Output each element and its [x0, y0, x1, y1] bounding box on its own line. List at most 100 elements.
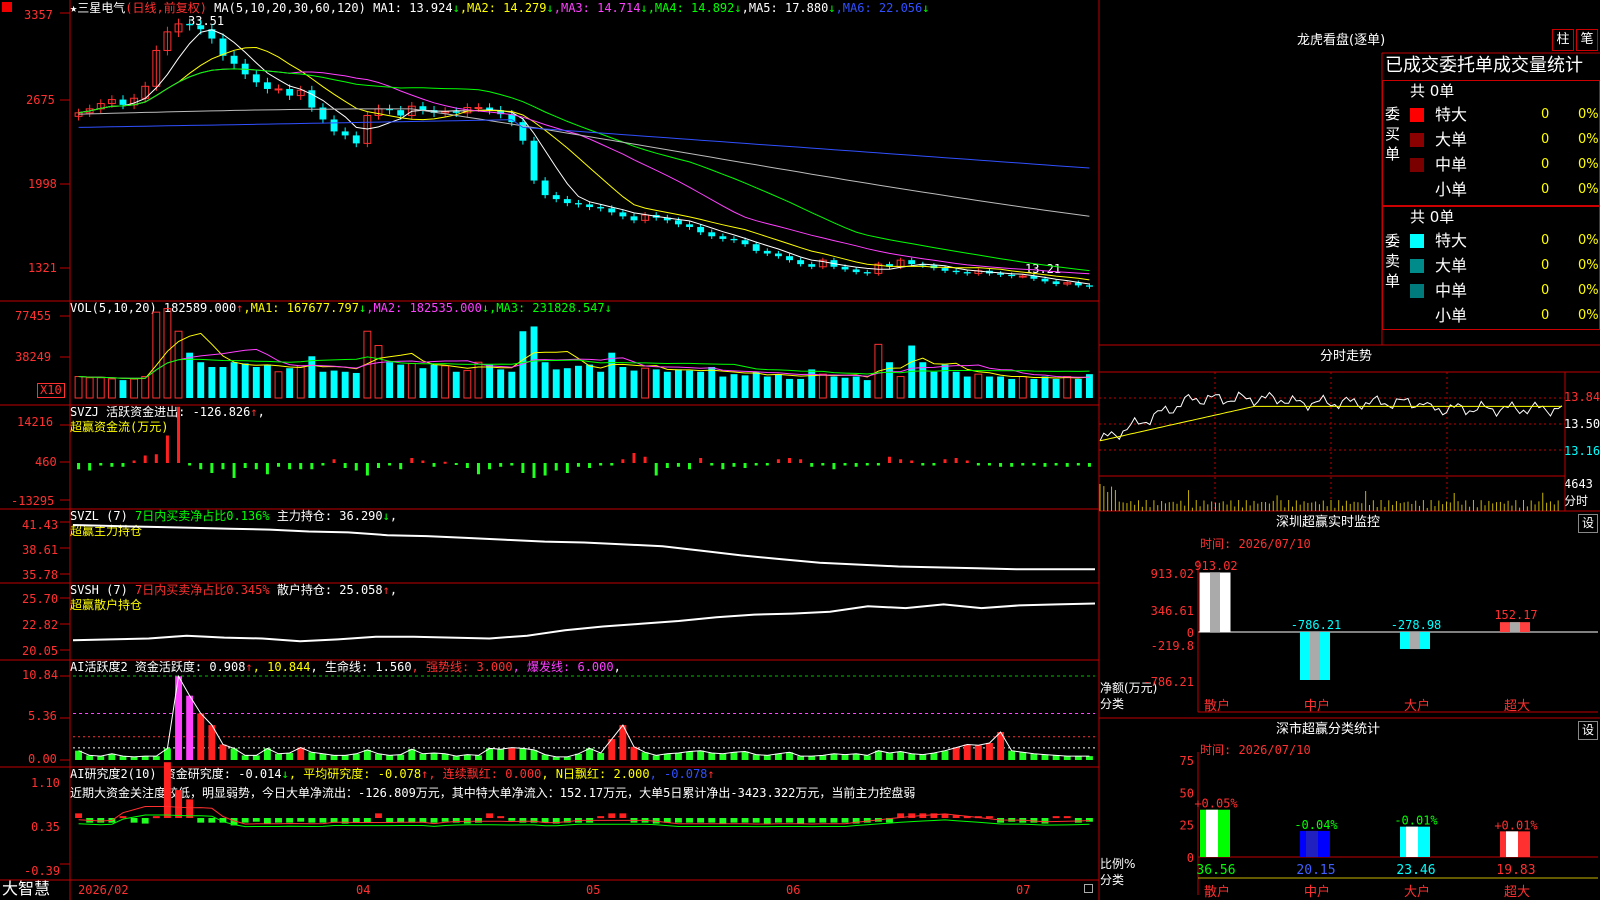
svsh-axis-tick: 25.70	[22, 592, 59, 606]
flow-bar	[376, 463, 380, 468]
activity-bar	[241, 755, 249, 760]
activity-bar	[930, 753, 938, 760]
flow-bar	[188, 463, 192, 466]
volume-bar-down	[586, 364, 593, 398]
candle-body-up	[85, 108, 94, 114]
volume-bar-down	[530, 326, 538, 398]
flow-bar	[1032, 463, 1036, 466]
candle-body-down	[1030, 276, 1038, 279]
volume-bar-down	[352, 372, 360, 398]
volume-bar-up	[130, 378, 139, 399]
activity-bar	[375, 753, 382, 760]
flow-bar	[510, 463, 514, 466]
volume-bar-down	[397, 364, 405, 398]
candle-body-down	[1041, 278, 1049, 282]
research-bar	[497, 816, 505, 819]
flow-bar	[432, 463, 436, 467]
activity-bar	[352, 753, 360, 760]
activity-bar	[430, 753, 438, 760]
candle-body-up	[74, 112, 83, 117]
flow-bar	[621, 459, 625, 463]
monitor-y-tick: 0	[1187, 626, 1194, 640]
activity-bar	[86, 755, 94, 760]
research-bar	[241, 818, 249, 823]
order-count: 0	[1541, 182, 1550, 197]
tab-bar-view[interactable]: 柱	[1552, 29, 1574, 51]
activity-bar	[697, 750, 705, 760]
research-bar	[708, 818, 716, 823]
candle-body-down	[774, 253, 782, 257]
flow-bar	[154, 454, 158, 463]
research-bar	[897, 813, 905, 818]
volume-bar-up	[296, 365, 305, 399]
volume-bar-up	[974, 373, 983, 399]
header-segment: ↑	[245, 660, 253, 674]
header-segment: ↓	[382, 509, 390, 523]
research-bar	[419, 818, 427, 823]
research-bar	[763, 818, 771, 824]
flow-bar	[765, 463, 769, 466]
volume-bar-up	[85, 377, 94, 399]
menu-icon[interactable]	[2, 2, 12, 12]
candle-body-down	[674, 220, 682, 225]
flow-bar	[110, 463, 114, 467]
ai2-header: AI研究度2(10) 资金研究度: -0.014↓, 平均研究度: -0.078…	[70, 767, 715, 781]
activity-bar	[119, 756, 127, 760]
order-name: 中单	[1435, 155, 1468, 174]
activity-bar	[108, 753, 116, 760]
candle-body-down	[686, 224, 693, 227]
tab-tick-view[interactable]: 笔	[1576, 29, 1598, 51]
lock-icon[interactable]	[1084, 884, 1093, 893]
research-bar	[1063, 816, 1071, 819]
activity-bar	[963, 744, 971, 760]
monitor-category-label: 超大	[1504, 699, 1530, 714]
classify-bar	[1500, 831, 1530, 857]
flow-bar	[1043, 463, 1047, 467]
flow-bar	[499, 463, 503, 467]
classify-value-label: 23.46	[1396, 863, 1435, 878]
activity-bar	[752, 754, 760, 760]
header-segment: ,MA4: 14.892	[647, 1, 735, 15]
classify-y-tick: 50	[1180, 786, 1194, 800]
activity-bar	[219, 744, 227, 760]
classify-settings-button[interactable]: 设	[1578, 721, 1598, 740]
activity-bar	[152, 756, 160, 760]
flow-bar	[899, 459, 903, 463]
candle-body-down	[841, 266, 849, 270]
research-bar	[908, 813, 916, 818]
ma-line	[78, 68, 1090, 272]
volume-bar-down	[663, 371, 671, 398]
order-color-swatch	[1410, 234, 1424, 248]
activity-bar	[830, 753, 838, 760]
flow-bar	[810, 463, 814, 467]
candle-body-down	[563, 199, 571, 204]
monitor-bar-shade	[1410, 632, 1420, 650]
flow-bar	[999, 463, 1003, 467]
research-bar	[308, 818, 316, 823]
candle-body-up	[463, 107, 472, 114]
flow-bar	[421, 460, 425, 463]
volume-bar-up	[896, 376, 905, 399]
candle-body-down	[797, 260, 805, 265]
intraday-price-tick: 13.84	[1564, 390, 1600, 404]
research-bar	[652, 818, 660, 824]
stock-terminal: ★三星电气(日线,前复权) MA(5,10,20,30,60,120) MA1:…	[0, 0, 1600, 900]
flow-bar	[321, 463, 325, 466]
order-pct: 0%	[1578, 182, 1599, 197]
activity-bar	[1086, 756, 1093, 760]
monitor-settings-button[interactable]: 设	[1578, 514, 1598, 533]
monitor-category-label: 大户	[1404, 698, 1430, 714]
activity-bar	[652, 755, 660, 760]
research-bar	[663, 818, 671, 823]
research-bar	[519, 818, 527, 823]
candle-body-down	[241, 63, 249, 75]
candle-body-down	[263, 82, 271, 89]
activity-bar	[197, 713, 205, 760]
candle-body-down	[452, 111, 460, 113]
activity-bar	[974, 745, 982, 760]
research-bar	[475, 818, 482, 823]
monitor-y-tick: -219.8	[1151, 639, 1194, 653]
flow-bar	[832, 463, 836, 470]
brand-logo[interactable]: 大智慧	[2, 880, 50, 898]
flow-bar	[932, 463, 936, 466]
